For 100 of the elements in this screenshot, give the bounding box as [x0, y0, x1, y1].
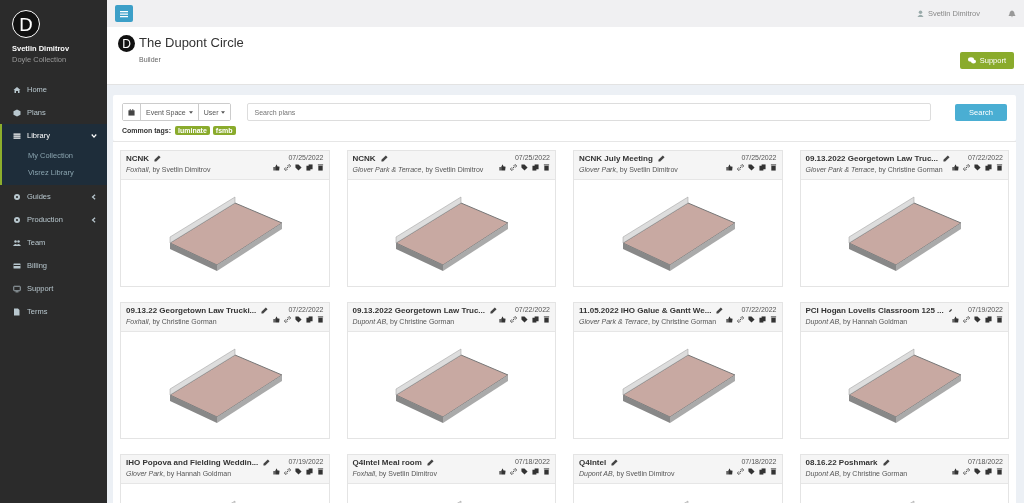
link-icon[interactable]: [283, 316, 291, 323]
thumbs-up-icon[interactable]: [725, 164, 733, 171]
copy-icon[interactable]: [532, 316, 539, 323]
copy-icon[interactable]: [305, 316, 313, 323]
trash-icon[interactable]: [769, 468, 777, 475]
user-avatar: D: [12, 10, 40, 38]
thumbs-up-icon[interactable]: [272, 316, 280, 323]
tags-icon[interactable]: [747, 316, 755, 323]
tags-icon[interactable]: [521, 468, 528, 475]
pencil-icon[interactable]: [154, 155, 162, 162]
plan-title[interactable]: IHO Popova and Fielding Weddin...: [126, 458, 259, 467]
tags-icon[interactable]: [294, 316, 302, 323]
pencil-icon[interactable]: [426, 459, 434, 466]
chevron-icon: [91, 132, 97, 139]
thumbs-up-icon[interactable]: [725, 468, 733, 475]
plan-title[interactable]: NCNK: [126, 154, 150, 163]
home-icon: [13, 85, 21, 94]
copy-icon[interactable]: [758, 164, 766, 171]
pencil-icon[interactable]: [657, 155, 665, 162]
link-icon[interactable]: [736, 468, 744, 475]
thumbs-up-icon[interactable]: [952, 316, 959, 323]
menu-icon: [120, 9, 128, 18]
copy-icon[interactable]: [532, 164, 539, 171]
link-icon[interactable]: [963, 468, 970, 475]
plan-title[interactable]: 09.13.2022 Georgetown Law Truc...: [352, 306, 485, 315]
plan-title[interactable]: 11.05.2022 IHO Galue & Gantt We...: [579, 306, 712, 315]
trash-icon[interactable]: [543, 316, 550, 323]
pencil-icon[interactable]: [716, 307, 724, 314]
pencil-icon[interactable]: [948, 307, 952, 314]
venue-logo: D: [118, 35, 135, 52]
trash-icon[interactable]: [543, 468, 550, 475]
link-icon[interactable]: [283, 468, 291, 475]
pencil-icon[interactable]: [490, 307, 497, 314]
link-icon[interactable]: [510, 316, 517, 323]
caret-icon: [221, 110, 226, 114]
monitor-icon: [13, 284, 21, 293]
plan-title[interactable]: Q4Intel Meal room: [352, 458, 422, 467]
copy-icon[interactable]: [532, 468, 539, 475]
trash-icon[interactable]: [543, 164, 550, 171]
thumbs-up-icon[interactable]: [952, 468, 959, 475]
thumbs-up-icon[interactable]: [499, 316, 506, 323]
user-icon: [916, 10, 924, 17]
trash-icon[interactable]: [769, 316, 777, 323]
menu-button[interactable]: [115, 5, 133, 22]
trash-icon[interactable]: [996, 164, 1003, 171]
copy-icon[interactable]: [985, 468, 992, 475]
gear-icon: [13, 215, 21, 224]
pencil-icon[interactable]: [380, 155, 388, 162]
trash-icon[interactable]: [769, 164, 777, 171]
plan-title[interactable]: NCNK: [352, 154, 376, 163]
pencil-icon[interactable]: [882, 459, 890, 466]
link-icon[interactable]: [736, 316, 744, 323]
page-title: The Dupont Circle: [139, 35, 244, 50]
tags-icon[interactable]: [747, 468, 755, 475]
tags-icon[interactable]: [747, 164, 755, 171]
tags-icon[interactable]: [294, 164, 302, 171]
thumbs-up-icon[interactable]: [725, 316, 733, 323]
tags-icon[interactable]: [974, 164, 981, 171]
tags-icon[interactable]: [974, 316, 981, 323]
copy-icon[interactable]: [305, 468, 313, 475]
link-icon[interactable]: [510, 468, 517, 475]
link-icon[interactable]: [963, 164, 970, 171]
plan-title[interactable]: 09.13.2022 Georgetown Law Truc...: [805, 154, 938, 163]
trash-icon[interactable]: [316, 164, 324, 171]
chat-icon: [967, 57, 976, 64]
plan-title[interactable]: 08.16.22 Poshmark: [805, 458, 878, 467]
plan-title[interactable]: Q4Intel: [579, 458, 607, 467]
pencil-icon[interactable]: [611, 459, 619, 466]
gear-icon: [13, 192, 21, 201]
copy-icon[interactable]: [985, 164, 992, 171]
copy-icon[interactable]: [758, 316, 766, 323]
plan-title[interactable]: 09.13.22 Georgetown Law Trucki...: [126, 306, 257, 315]
thumbs-up-icon[interactable]: [499, 164, 506, 171]
plan-title[interactable]: PCI Hogan Lovells Classroom 125 ...: [805, 306, 944, 315]
pencil-icon[interactable]: [263, 459, 271, 466]
copy-icon[interactable]: [985, 316, 992, 323]
thumbs-up-icon[interactable]: [499, 468, 506, 475]
plan-title[interactable]: NCNK July Meeting: [579, 154, 653, 163]
pencil-icon[interactable]: [261, 307, 269, 314]
chevron-icon: [91, 216, 97, 223]
link-icon[interactable]: [283, 164, 291, 171]
thumbs-up-icon[interactable]: [952, 164, 959, 171]
link-icon[interactable]: [963, 316, 970, 323]
tags-icon[interactable]: [294, 468, 302, 475]
cube-icon: [13, 108, 21, 117]
tags-icon[interactable]: [974, 468, 981, 475]
thumbs-up-icon[interactable]: [272, 164, 280, 171]
trash-icon[interactable]: [996, 468, 1003, 475]
copy-icon[interactable]: [758, 468, 766, 475]
trash-icon[interactable]: [316, 316, 324, 323]
tags-icon[interactable]: [521, 164, 528, 171]
copy-icon[interactable]: [305, 164, 313, 171]
trash-icon[interactable]: [316, 468, 324, 475]
tags-icon[interactable]: [521, 316, 528, 323]
trash-icon[interactable]: [996, 316, 1003, 323]
users-icon: [13, 238, 21, 247]
pencil-icon[interactable]: [943, 155, 950, 162]
link-icon[interactable]: [510, 164, 517, 171]
thumbs-up-icon[interactable]: [272, 468, 280, 475]
link-icon[interactable]: [736, 164, 744, 171]
